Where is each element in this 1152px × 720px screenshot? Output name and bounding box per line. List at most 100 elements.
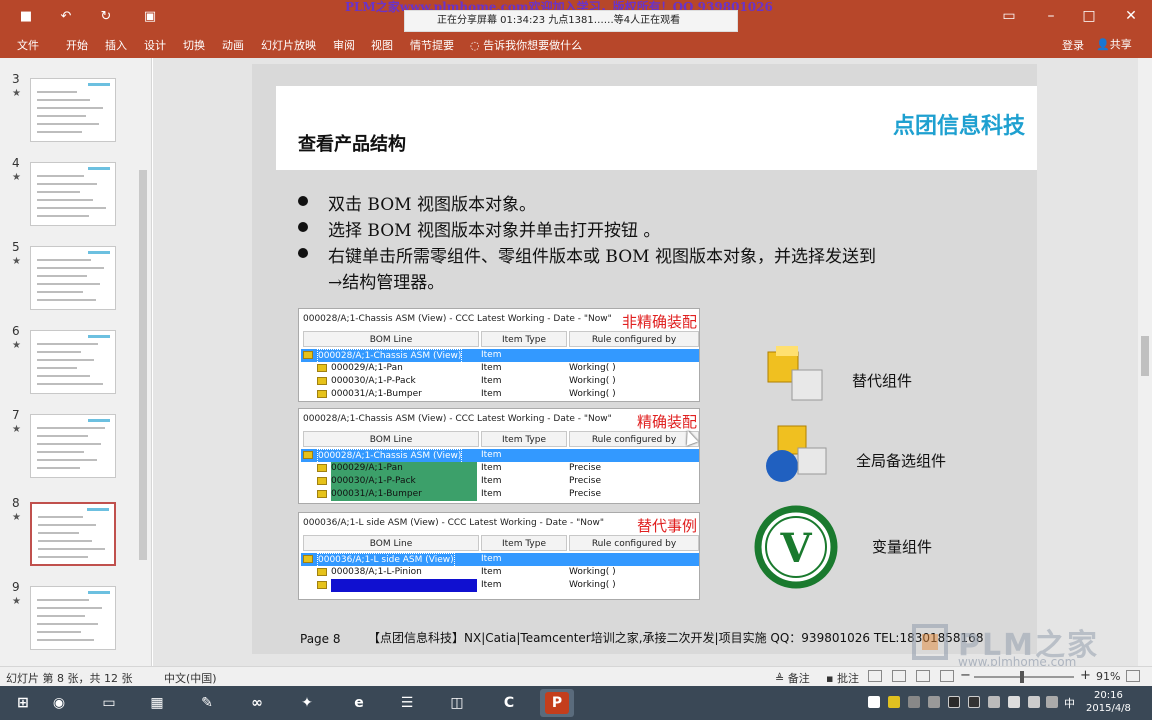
tab-transitions[interactable]: 切换 bbox=[183, 37, 205, 53]
bom-column-header[interactable]: Rule configured by bbox=[569, 431, 699, 447]
bom-line-row[interactable]: Item Working( ) bbox=[301, 579, 699, 592]
network-icon[interactable] bbox=[988, 696, 1000, 708]
bom-line-row[interactable]: 000030/A;1-P-Pack Item Working( ) bbox=[301, 375, 699, 388]
reading-view-icon[interactable] bbox=[916, 670, 930, 682]
notepad-icon[interactable]: ✎ bbox=[190, 689, 224, 717]
notes-button[interactable]: ≜ 备注 bbox=[775, 670, 810, 686]
tab-insert[interactable]: 插入 bbox=[105, 37, 127, 53]
thumbnail-number: 8 bbox=[12, 496, 20, 510]
fit-to-window-icon[interactable] bbox=[1126, 670, 1140, 682]
thumbnail-text-line bbox=[37, 183, 97, 185]
bom-line-row[interactable]: 000029/A;1-Pan Item Precise bbox=[301, 462, 699, 475]
bom-line-row[interactable]: 000038/A;1-L-Pinion Item Working( ) bbox=[301, 566, 699, 579]
ie-icon[interactable]: e bbox=[342, 689, 376, 717]
paint-icon[interactable]: ✦ bbox=[290, 689, 324, 717]
ribbon-options-icon[interactable]: ▭ bbox=[996, 4, 1022, 28]
slide-thumbnail[interactable] bbox=[30, 246, 116, 310]
flag-icon[interactable] bbox=[1008, 696, 1020, 708]
zoom-in-icon[interactable]: + bbox=[1080, 668, 1091, 683]
zoom-out-icon[interactable]: − bbox=[960, 668, 971, 683]
comments-button[interactable]: ▪ 批注 bbox=[826, 670, 859, 686]
browser-360-icon[interactable]: ◉ bbox=[42, 689, 76, 717]
slide-thumbnail[interactable] bbox=[30, 586, 116, 650]
tray-app-icon[interactable] bbox=[908, 696, 920, 708]
tell-me-search[interactable]: ◌ 告诉我你想要做什么 bbox=[470, 37, 582, 53]
bom-item-icon bbox=[303, 351, 313, 359]
normal-view-icon[interactable] bbox=[868, 670, 882, 682]
volume-icon[interactable] bbox=[1028, 696, 1040, 708]
qq-icon[interactable] bbox=[948, 696, 960, 708]
tab-home[interactable]: 开始 bbox=[66, 37, 88, 53]
bom-line-row[interactable]: 000031/A;1-Bumper Item Precise bbox=[301, 488, 699, 501]
tab-animations[interactable]: 动画 bbox=[222, 37, 244, 53]
keyboard-icon[interactable] bbox=[1046, 696, 1058, 708]
bom-panel-tag: 替代事例 bbox=[636, 517, 697, 535]
bom-column-header[interactable]: Rule configured by bbox=[569, 331, 699, 347]
chat-icon[interactable]: ☰ bbox=[390, 689, 424, 717]
bom-column-header[interactable]: Item Type bbox=[481, 431, 567, 447]
bom-column-header[interactable]: Item Type bbox=[481, 331, 567, 347]
close-icon[interactable]: ✕ bbox=[1118, 4, 1144, 28]
start-icon[interactable]: ⊞ bbox=[6, 689, 40, 717]
store-icon[interactable]: ▦ bbox=[140, 689, 174, 717]
bom-line-row[interactable]: 000030/A;1-P-Pack Item Precise bbox=[301, 475, 699, 488]
bom-rule: Precise bbox=[569, 463, 601, 473]
language-indicator[interactable]: 中文(中国) bbox=[164, 670, 217, 686]
slide-scroll-thumb[interactable] bbox=[1141, 336, 1149, 376]
redo-icon[interactable]: ↻ bbox=[96, 8, 116, 26]
tray-app-icon[interactable] bbox=[868, 696, 880, 708]
slide-thumbnail[interactable] bbox=[30, 78, 116, 142]
tab-storyboard[interactable]: 情节提要 bbox=[410, 37, 454, 53]
present-icon[interactable]: ▣ bbox=[140, 8, 160, 26]
zoom-level[interactable]: 91% bbox=[1096, 670, 1120, 683]
slide-thumbnail[interactable] bbox=[30, 414, 116, 478]
tab-design[interactable]: 设计 bbox=[144, 37, 166, 53]
save-icon[interactable]: ■ bbox=[16, 8, 36, 26]
slide-thumbnail[interactable] bbox=[30, 330, 116, 394]
zoom-slider-thumb[interactable] bbox=[1020, 671, 1024, 683]
slide-sorter-icon[interactable] bbox=[892, 670, 906, 682]
bom-line-row[interactable]: 000028/A;1-Chassis ASM (View) Item bbox=[301, 349, 699, 364]
tab-view[interactable]: 视图 bbox=[371, 37, 393, 53]
file-explorer-icon[interactable]: ▭ bbox=[92, 689, 126, 717]
bom-line-row[interactable]: 000028/A;1-Chassis ASM (View) Item bbox=[301, 449, 699, 464]
undo-icon[interactable]: ↶ bbox=[56, 8, 76, 26]
share-button[interactable]: 👤共享 bbox=[1096, 36, 1132, 52]
slideshow-view-icon[interactable] bbox=[940, 670, 954, 682]
tab-review[interactable]: 审阅 bbox=[333, 37, 355, 53]
slide-thumbnail[interactable] bbox=[30, 502, 116, 566]
login-link[interactable]: 登录 bbox=[1062, 37, 1084, 53]
minimize-icon[interactable]: – bbox=[1038, 4, 1064, 28]
slide-thumbnail[interactable] bbox=[30, 162, 116, 226]
bom-column-header[interactable]: BOM Line bbox=[303, 431, 479, 447]
bom-column-header[interactable]: BOM Line bbox=[303, 535, 479, 551]
tab-file[interactable]: 文件 bbox=[17, 37, 39, 53]
thumbnail-brand bbox=[87, 508, 109, 511]
bom-column-header[interactable]: Rule configured by bbox=[569, 535, 699, 551]
bom-column-header[interactable]: BOM Line bbox=[303, 331, 479, 347]
ime-indicator[interactable]: 中 bbox=[1064, 695, 1075, 711]
slide-scrollbar[interactable] bbox=[1138, 58, 1152, 666]
tray-app-icon[interactable] bbox=[928, 696, 940, 708]
bom-column-header[interactable]: Item Type bbox=[481, 535, 567, 551]
virtualbox-icon[interactable]: ◫ bbox=[440, 689, 474, 717]
slide[interactable]: 查看产品结构 点团信息科技 双击 BOM 视图版本对象。 选择 BOM 视图版本… bbox=[252, 64, 1037, 654]
bom-rule: Working( ) bbox=[569, 363, 616, 373]
bom-line-row[interactable]: 000031/A;1-Bumper Item Working( ) bbox=[301, 388, 699, 401]
thumbnail-scrollbar[interactable] bbox=[136, 58, 150, 666]
camtasia-icon[interactable]: C bbox=[492, 689, 526, 717]
zoom-slider[interactable] bbox=[974, 676, 1074, 678]
powerpoint-icon[interactable]: P bbox=[540, 689, 574, 717]
tray-app-icon[interactable] bbox=[888, 696, 900, 708]
bom-line-row[interactable]: 000036/A;1-L side ASM (View) Item bbox=[301, 553, 699, 568]
thumbnail-text-line bbox=[37, 467, 80, 469]
clock[interactable]: 20:16 2015/4/8 bbox=[1086, 689, 1131, 715]
thumbnail-text-line bbox=[37, 207, 106, 209]
visual-studio-icon[interactable]: ∞ bbox=[240, 689, 274, 717]
thumbnail-scroll-thumb[interactable] bbox=[139, 170, 147, 560]
tab-slideshow[interactable]: 幻灯片放映 bbox=[261, 37, 316, 53]
taskbar-glyph: ◉ bbox=[47, 692, 71, 714]
maximize-icon[interactable]: □ bbox=[1076, 4, 1102, 28]
bom-line-row[interactable]: 000029/A;1-Pan Item Working( ) bbox=[301, 362, 699, 375]
qq-icon[interactable] bbox=[968, 696, 980, 708]
